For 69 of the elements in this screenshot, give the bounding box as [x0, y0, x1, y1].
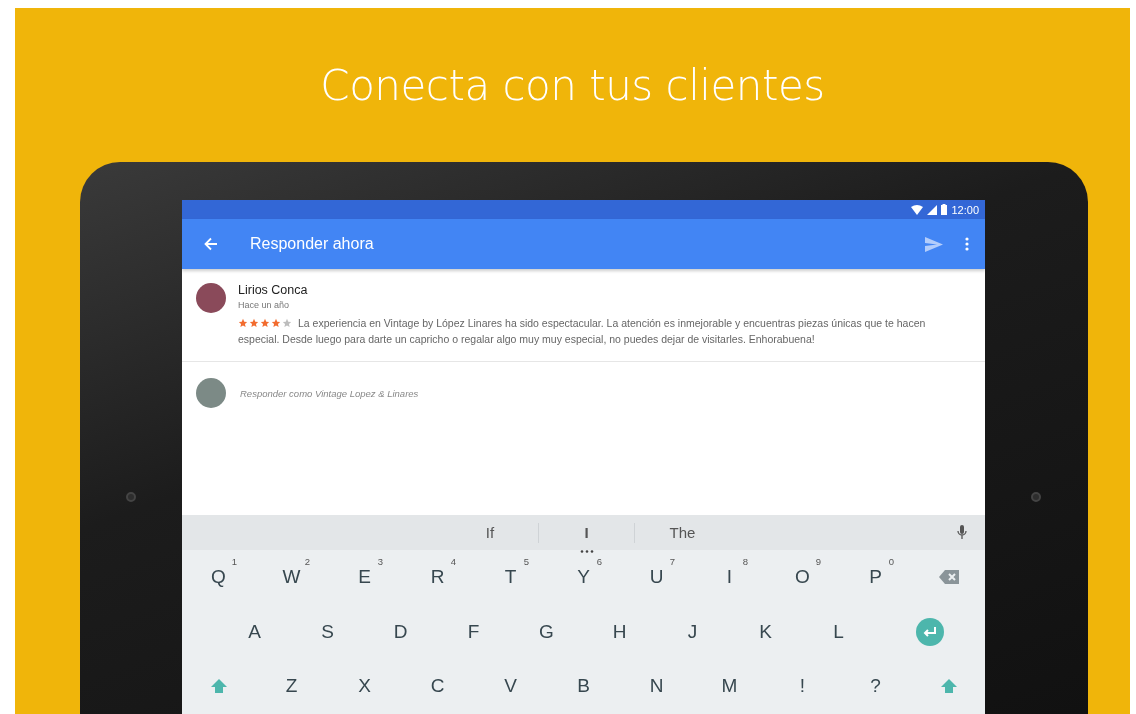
keyboard-key[interactable]: S — [291, 604, 364, 659]
star-icon — [238, 318, 248, 328]
suggestion[interactable]: If — [442, 522, 538, 543]
key-hint: 7 — [669, 556, 675, 567]
app-bar-title: Responder ahora — [250, 235, 375, 253]
keyboard-key[interactable]: A — [218, 604, 291, 659]
keyboard-key[interactable]: M — [693, 659, 766, 714]
headline: Conecta con tus clientes — [320, 62, 825, 110]
key-hint: 9 — [815, 556, 821, 567]
star-icon — [260, 318, 270, 328]
enter-icon — [916, 617, 944, 646]
keyboard-key[interactable]: F — [437, 604, 510, 659]
key-hint: 3 — [377, 556, 383, 567]
keyboard-key[interactable]: P 0 — [839, 550, 912, 605]
review-author: Lirios Conca — [238, 283, 309, 297]
keyboard-key[interactable]: D — [364, 604, 437, 659]
key-hint: 1 — [231, 556, 237, 567]
key-hint: 6 — [596, 556, 602, 567]
keyboard-key[interactable]: Y 6 — [547, 550, 620, 605]
key-hint: 0 — [888, 556, 894, 567]
keyboard-key[interactable]: K — [729, 604, 802, 659]
signal-icon — [927, 204, 938, 215]
avatar — [196, 283, 226, 313]
keyboard-key[interactable]: J — [656, 604, 729, 659]
send-icon — [925, 236, 943, 252]
keyboard-key[interactable]: C — [401, 659, 474, 714]
keyboard-key[interactable]: L — [802, 604, 875, 659]
key-hint: 8 — [742, 556, 748, 567]
star-icon — [249, 318, 259, 328]
avatar — [196, 378, 226, 408]
more-dots-icon — [579, 549, 594, 553]
star-icon — [271, 318, 281, 328]
keyboard-key[interactable]: T 5 — [474, 550, 547, 605]
keyboard-key[interactable]: H — [583, 604, 656, 659]
review-date: Hace un año — [238, 300, 291, 310]
battery-icon — [941, 204, 948, 215]
keyboard-key[interactable]: Z — [255, 659, 328, 714]
status-time: 12:00 — [951, 203, 979, 216]
shift-icon — [209, 678, 228, 695]
keyboard-key[interactable]: ! — [766, 659, 839, 714]
keyboard-key[interactable]: G — [510, 604, 583, 659]
keyboard-key[interactable]: B — [547, 659, 620, 714]
more-vert-icon — [965, 237, 969, 251]
keyboard-key[interactable]: Q 1 — [182, 550, 255, 605]
keyboard-key[interactable]: R 4 — [401, 550, 474, 605]
keyboard-key[interactable]: O 9 — [766, 550, 839, 605]
key-hint: 2 — [304, 556, 310, 567]
wifi-icon — [911, 204, 924, 215]
mic-icon — [957, 525, 967, 540]
keyboard-key[interactable]: U 7 — [620, 550, 693, 605]
review-text: La experiencia en Vintage by López Linares ha sido espectacular. La atención es inmejorable y encuentras piezas únicas que te hacen especial. Desde luego para darte un capricho o regalar algo muy muy especial, no puedes dejar de visitarles. Enhorabuena! — [238, 316, 927, 347]
camera-dot — [1031, 492, 1041, 502]
camera-dot — [126, 492, 136, 502]
star-icon — [282, 318, 292, 328]
suggestion[interactable]: The — [634, 522, 730, 543]
reply-field[interactable]: Responder como Vintage Lopez & Linares — [238, 386, 971, 400]
suggestion[interactable]: I — [538, 522, 634, 543]
keyboard-key[interactable]: ? — [839, 659, 912, 714]
keyboard-key[interactable]: I 8 — [693, 550, 766, 605]
keyboard-key[interactable]: X — [328, 659, 401, 714]
back-arrow-icon — [204, 237, 218, 251]
shift-icon — [939, 678, 958, 695]
keyboard-key[interactable]: N — [620, 659, 693, 714]
keyboard-key[interactable]: V — [474, 659, 547, 714]
keyboard-key[interactable]: E 3 — [328, 550, 401, 605]
key-hint: 5 — [523, 556, 529, 567]
backspace-icon — [938, 570, 959, 585]
keyboard-key[interactable]: W 2 — [255, 550, 328, 605]
key-hint: 4 — [450, 556, 456, 567]
